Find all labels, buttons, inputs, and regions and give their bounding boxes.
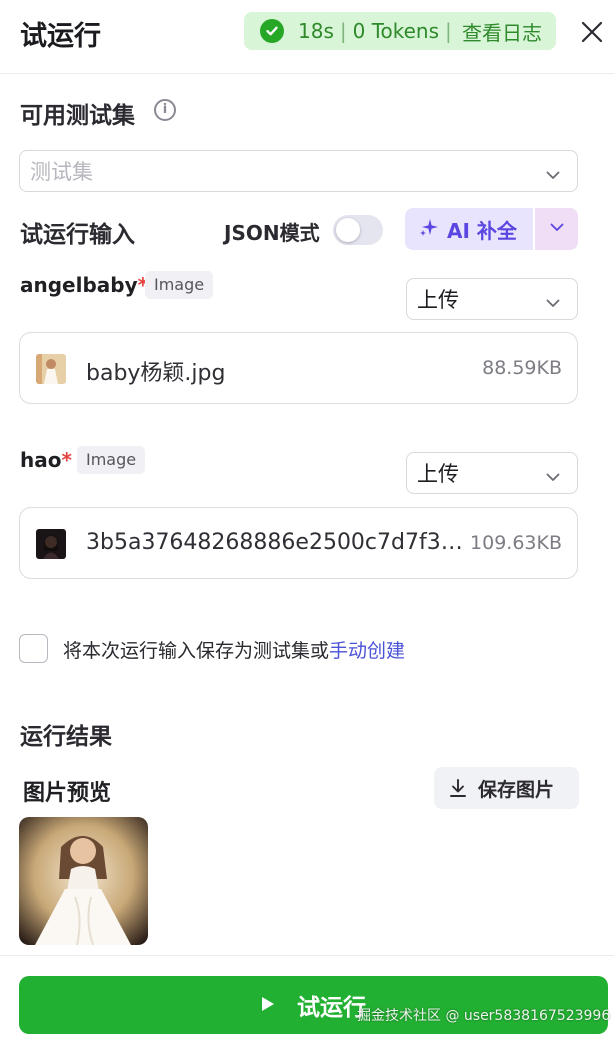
- play-icon: [261, 992, 275, 1018]
- testset-placeholder: 测试集: [30, 160, 93, 184]
- panel-header: 试运行 18s | 0 Tokens | 查看日志: [0, 0, 614, 74]
- view-log-link[interactable]: 查看日志: [462, 17, 542, 46]
- status-divider: |: [339, 19, 347, 43]
- run-button-label: 试运行: [297, 995, 366, 1021]
- chevron-down-icon: [545, 466, 561, 490]
- chevron-down-icon: [549, 219, 565, 239]
- save-image-label: 保存图片: [478, 778, 555, 801]
- watermark: 掘金技术社区 @ user5838167523996: [357, 1008, 611, 1024]
- result-image-preview[interactable]: [19, 817, 148, 945]
- ai-complete-label: AI 补全: [447, 218, 517, 243]
- file-size: 88.59KB: [482, 357, 562, 379]
- file-name: baby杨颖.jpg: [86, 361, 226, 386]
- required-mark: *: [61, 448, 72, 472]
- testset-select[interactable]: 测试集: [19, 150, 578, 192]
- status-tokens: 0 Tokens: [352, 19, 440, 43]
- chevron-down-icon: [545, 164, 561, 188]
- toggle-knob: [336, 218, 360, 242]
- field-name: hao: [20, 448, 62, 472]
- save-testset-label: 将本次运行输入保存为测试集或手动创建: [63, 636, 405, 663]
- testset-title: 可用测试集: [20, 103, 135, 129]
- field-name: angelbaby: [20, 273, 138, 297]
- status-duration: 18s: [298, 19, 334, 43]
- field-label-hao: hao*: [20, 448, 72, 472]
- uploaded-file-card[interactable]: 3b5a37648268886e2500c7d7f3a1c9e4.jpg 109…: [19, 507, 578, 579]
- panel-title: 试运行: [20, 21, 101, 52]
- sparkle-icon: [419, 217, 439, 242]
- source-value: 上传: [417, 462, 459, 486]
- uploaded-file-card[interactable]: baby杨颖.jpg 88.59KB: [19, 332, 578, 404]
- run-result-title: 运行结果: [20, 724, 112, 750]
- file-thumbnail: [36, 529, 66, 559]
- source-select[interactable]: 上传: [406, 452, 578, 494]
- save-testset-text: 将本次运行输入保存为测试集或: [63, 640, 330, 662]
- file-thumbnail: [36, 354, 66, 384]
- save-testset-checkbox[interactable]: [19, 634, 48, 663]
- json-mode-label: JSON模式: [224, 221, 320, 245]
- status-divider: |: [445, 19, 452, 43]
- save-image-button[interactable]: 保存图片: [434, 767, 579, 809]
- check-circle-icon: [260, 19, 284, 43]
- info-icon[interactable]: i: [154, 99, 176, 121]
- manual-create-link[interactable]: 手动创建: [329, 640, 405, 662]
- ai-complete-button[interactable]: AI 补全: [405, 208, 533, 250]
- download-icon: [450, 779, 466, 797]
- source-select[interactable]: 上传: [406, 278, 578, 320]
- run-status-badge: 18s | 0 Tokens | 查看日志: [244, 12, 556, 50]
- file-size: 109.63KB: [470, 532, 562, 554]
- source-value: 上传: [417, 288, 459, 312]
- field-label-angelbaby: angelbaby*: [20, 273, 148, 297]
- run-input-title: 试运行输入: [20, 222, 135, 248]
- file-name: 3b5a37648268886e2500c7d7f3a1c9e4.jpg: [86, 530, 464, 555]
- json-mode-toggle[interactable]: [333, 215, 383, 245]
- image-preview-label: 图片预览: [23, 781, 112, 806]
- type-badge: Image: [77, 446, 146, 474]
- chevron-down-icon: [545, 292, 561, 316]
- close-icon[interactable]: [580, 20, 604, 44]
- type-badge: Image: [145, 271, 214, 299]
- ai-complete-dropdown[interactable]: [535, 208, 578, 250]
